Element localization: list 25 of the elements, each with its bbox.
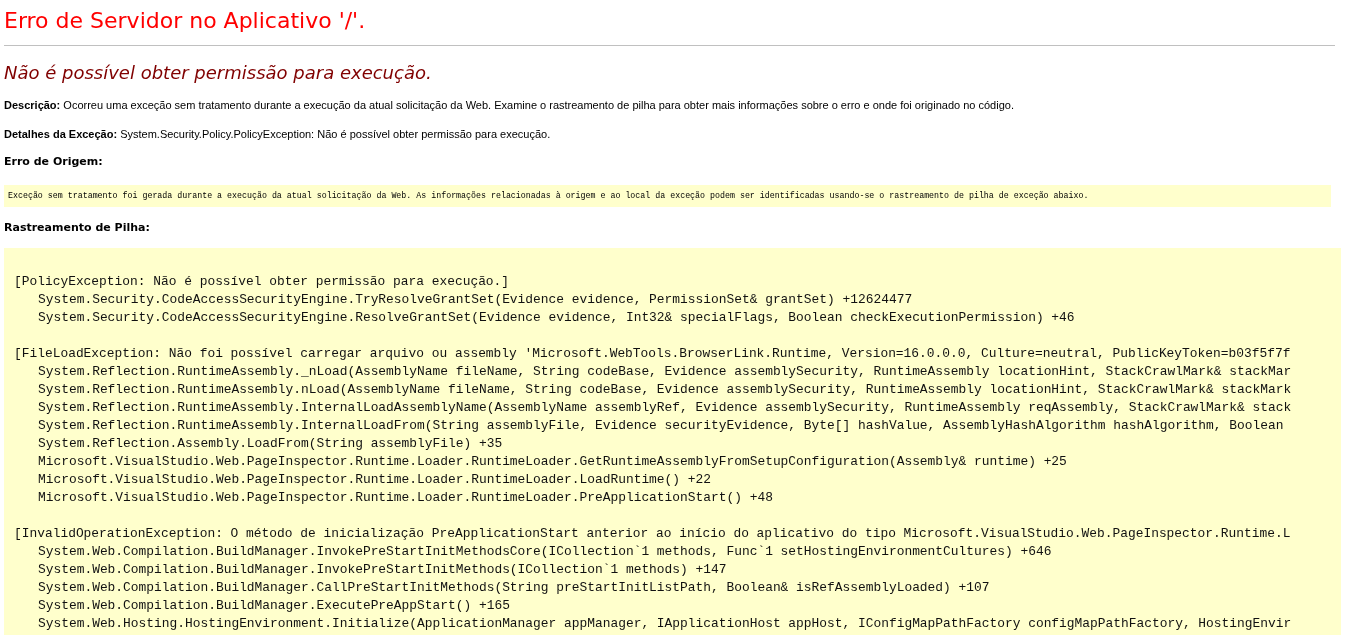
stack-frame-line: System.Web.Compilation.BuildManager.InvokePreStartInitMethods(ICollection`1 methods) +147 [37, 561, 727, 580]
stack-frame-line: System.Reflection.Assembly.LoadFrom(String assemblyFile) +35 [37, 435, 503, 454]
stack-frame-line: System.Web.Compilation.BuildManager.ExecutePreAppStart() +165 [37, 597, 510, 616]
stack-frame-line: System.Security.CodeAccessSecurityEngine.ResolveGrantSet(Evidence evidence, Int32& specialFlags, Boolean checkExecutionPermission) +46 [37, 309, 1075, 328]
stack-frame-line: Microsoft.VisualStudio.Web.PageInspector.Runtime.Loader.RuntimeLoader.PreApplicationStart() +48 [37, 489, 773, 508]
error-subtitle: Não é possível obter permissão para execução. [4, 61, 432, 85]
exception-details-text: Detalhes da Exceção: System.Security.Policy.PolicyException: Não é possível obter permissão para execução. [4, 126, 551, 142]
stack-frame-line: System.Reflection.RuntimeAssembly._nLoad(AssemblyName fileName, String codeBase, Evidence assemblySecurity, RuntimeAssembly locationHint, StackCrawlMark& stackMar [37, 363, 1292, 382]
stack-frame-line: System.Reflection.RuntimeAssembly.InternalLoadAssemblyName(AssemblyName assemblyRef, Evidence assemblySecurity, RuntimeAssembly reqAssembly, StackCrawlMark& stack [37, 399, 1292, 418]
stack-exception-line: [InvalidOperationException: O método de inicialização PreApplicationStart anterior ao início do aplicativo do tipo Microsoft.VisualStudio.Web.PageInspector.Runtime.L [14, 525, 1291, 544]
stack-frame-line: System.Reflection.RuntimeAssembly.nLoad(AssemblyName fileName, String codeBase, Evidence assemblySecurity, RuntimeAssembly locationHint, StackCrawlMark& stackMark [37, 381, 1292, 400]
stack-frame-line: Microsoft.VisualStudio.Web.PageInspector.Runtime.Loader.RuntimeLoader.GetRuntimeAssemblyFromSetupConfiguration(Assembly& runtime) +25 [37, 453, 1067, 472]
stack-frame-line: System.Web.Hosting.HostingEnvironment.Initialize(ApplicationManager appManager, IApplicationHost appHost, IConfigMapPathFactory configMapPathFactory, HostingEnvir [37, 615, 1292, 634]
stack-frame-line: Microsoft.VisualStudio.Web.PageInspector.Runtime.Loader.RuntimeLoader.LoadRuntime() +22 [37, 471, 711, 490]
source-error-heading: Erro de Origem: [4, 154, 103, 170]
stack-trace-heading: Rastreamento de Pilha: [4, 219, 150, 236]
page-title: Erro de Servidor no Aplicativo '/'. [4, 7, 366, 35]
stack-exception-line: [FileLoadException: Não foi possível carregar arquivo ou assembly 'Microsoft.WebTools.BrowserLink.Runtime, Version=16.0.0.0, Culture=neutral, PublicKeyToken=b03f5f7f [14, 345, 1291, 364]
stack-exception-line: [PolicyException: Não é possível obter permissão para execução.] [14, 273, 510, 292]
source-error-box: Exceção sem tratamento foi gerada durante a execução da atual solicitação da Web. As informações relacionadas à origem e ao local da exceção podem ser identificadas usando-se o rastreamento de pilha de exceção abaixo. [4, 184, 1331, 207]
stack-frame-line: System.Web.Compilation.BuildManager.CallPreStartInitMethods(String preStartInitListPath, Boolean& isRefAssemblyLoaded) +107 [37, 579, 990, 598]
description-text: Descrição: Ocorreu uma exceção sem tratamento durante a execução da atual solicitação da Web. Examine o rastreamento de pilha para obter mais informações sobre o erro e onde foi originado no código. [4, 98, 1014, 113]
stack-frame-line: System.Security.CodeAccessSecurityEngine.TryResolveGrantSet(Evidence evidence, PermissionSet& grantSet) +12624477 [37, 291, 913, 310]
stack-frame-line: System.Reflection.RuntimeAssembly.InternalLoadFrom(String assemblyFile, Evidence securityEvidence, Byte[] hashValue, AssemblyHashAlgorithm hashAlgorithm, Boolean [37, 417, 1284, 436]
stack-frame-line: System.Web.Compilation.BuildManager.InvokePreStartInitMethodsCore(ICollection`1 methods, Func`1 setHostingEnvironmentCultures) +646 [37, 543, 1052, 562]
